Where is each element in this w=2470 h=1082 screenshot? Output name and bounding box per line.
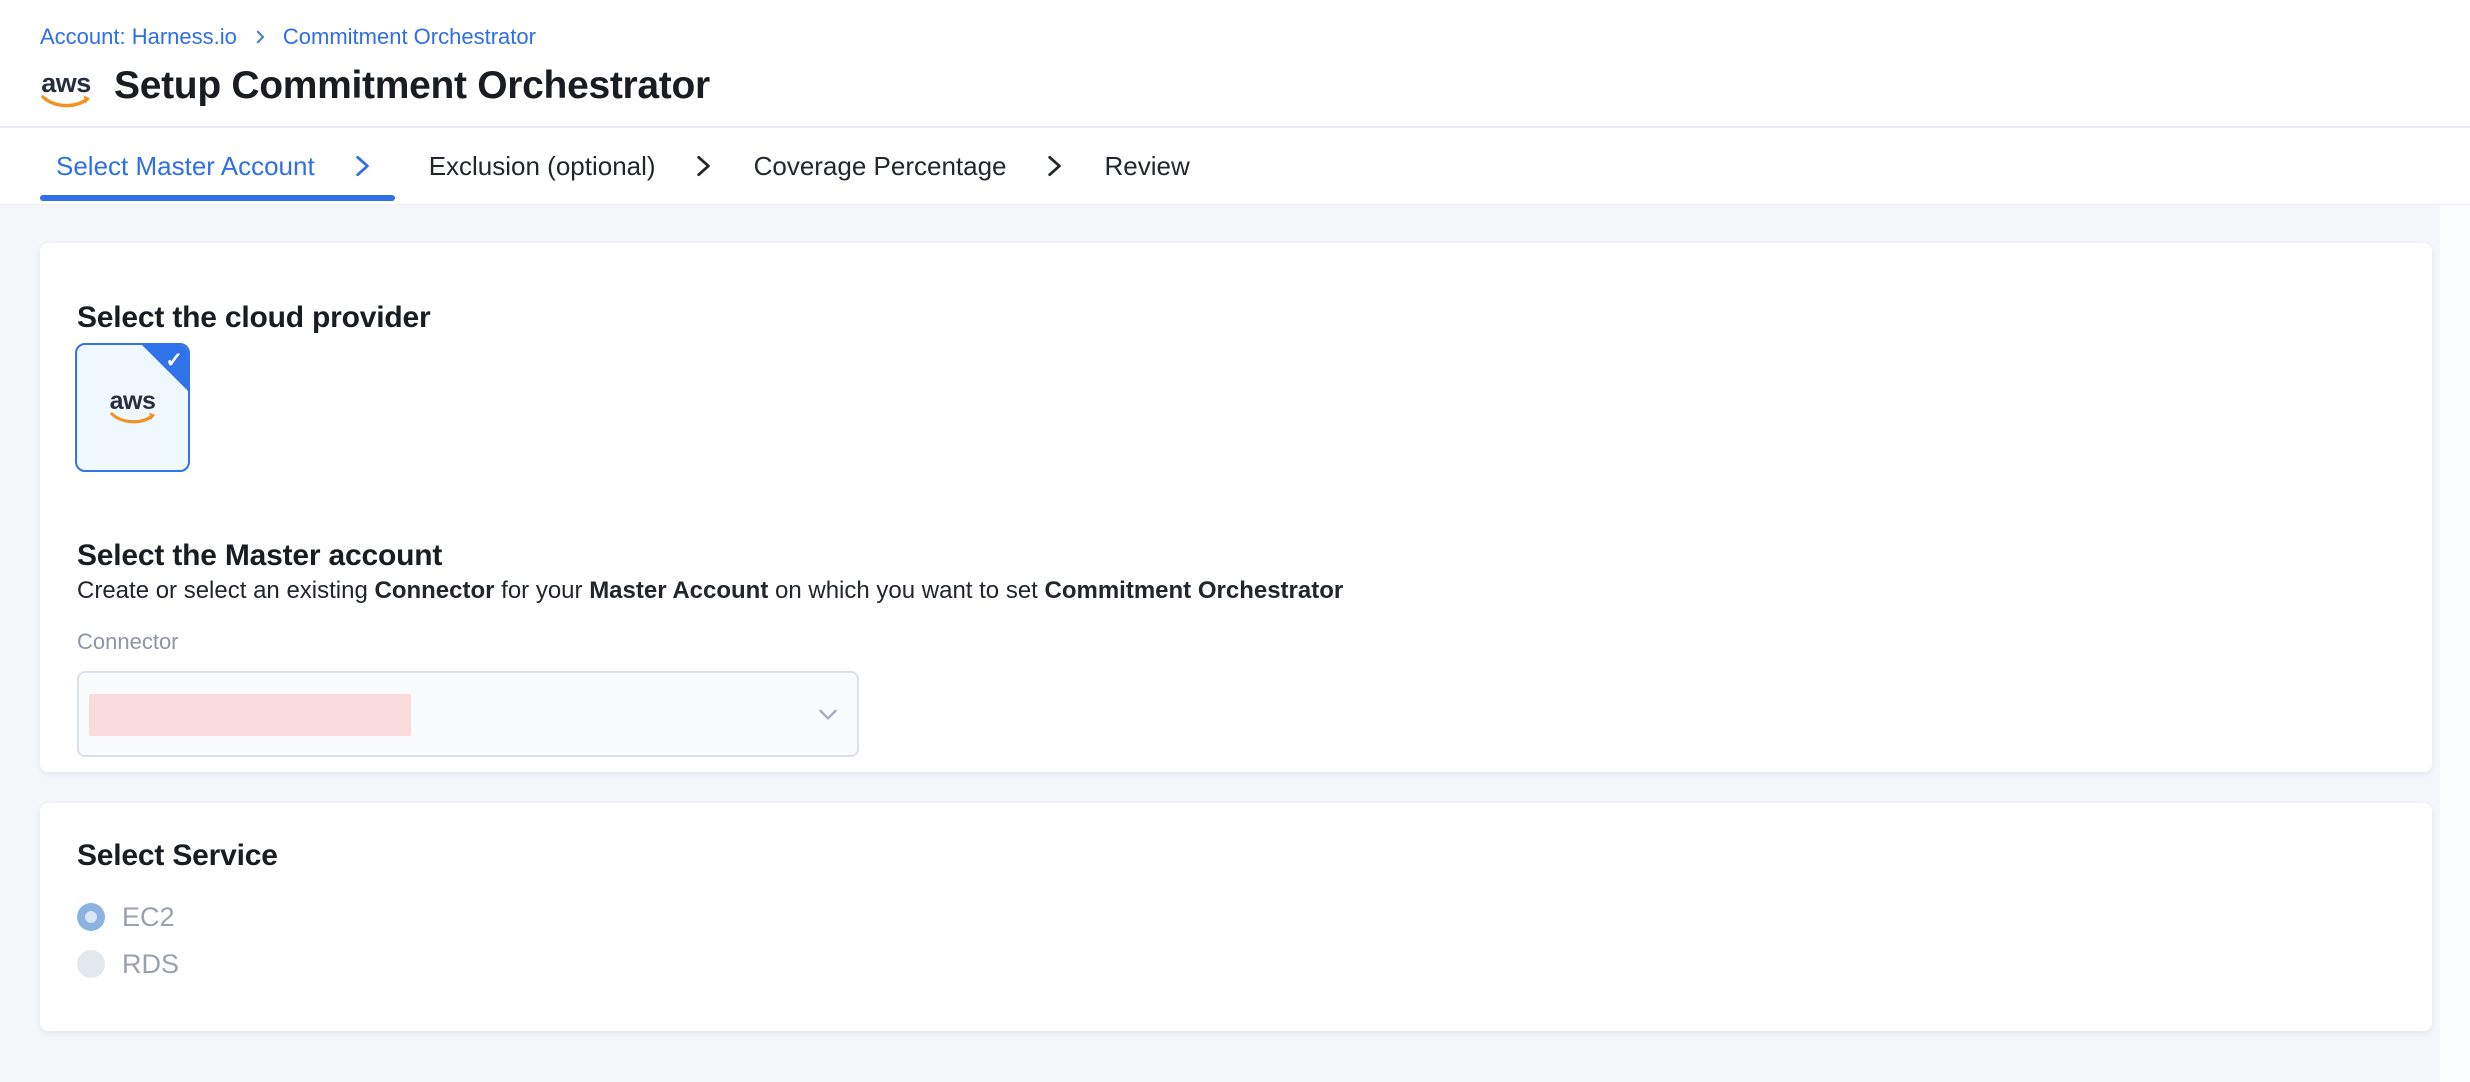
chevron-right-icon [251,28,269,46]
tab-exclusion-optional[interactable]: Exclusion (optional) [425,128,720,204]
scrollbar-gutter [2440,205,2470,1082]
radio-selected-icon[interactable] [77,903,105,931]
tab-select-master-account[interactable]: Select Master Account [40,128,395,204]
tab-coverage-percentage[interactable]: Coverage Percentage [750,128,1071,204]
provider-tile-aws[interactable]: aws ✓ [75,343,190,472]
tab-label[interactable]: Coverage Percentage [754,151,1007,182]
chevron-right-icon [349,153,375,179]
check-icon: ✓ [165,348,183,373]
wizard-tabstrip: Select Master Account Exclusion (optiona… [0,128,2470,205]
select-service-heading: Select Service [77,839,278,873]
master-account-card: Select the cloud provider aws ✓ Select t… [40,243,2432,772]
breadcrumb-link-commitment-orchestrator[interactable]: Commitment Orchestrator [283,24,536,50]
select-service-card: Select Service EC2 RDS [40,803,2432,1031]
aws-smile-icon [109,411,157,426]
connector-field-label: Connector [77,629,179,655]
aws-logo: aws [40,70,92,110]
page-title: Setup Commitment Orchestrator [114,64,710,108]
connector-select[interactable] [77,671,859,757]
chevron-down-icon [815,701,841,727]
breadcrumb: Account: Harness.io Commitment Orchestra… [40,24,536,50]
radio-unselected-icon[interactable] [77,950,105,978]
tab-review[interactable]: Review [1101,128,1194,204]
chevron-right-icon [1041,153,1067,179]
setup-commitment-orchestrator-page: Account: Harness.io Commitment Orchestra… [0,0,2470,1082]
connector-selected-value-redacted [89,694,411,736]
chevron-right-icon [690,153,716,179]
tab-label[interactable]: Select Master Account [56,151,315,182]
aws-logo-text: aws [41,70,91,97]
breadcrumb-link-account[interactable]: Account: Harness.io [40,24,237,50]
service-radio-rds[interactable]: RDS [77,950,179,978]
aws-logo: aws [109,389,157,426]
tab-label[interactable]: Exclusion (optional) [429,151,656,182]
service-radio-ec2[interactable]: EC2 [77,903,175,931]
tab-label[interactable]: Review [1105,151,1190,182]
aws-smile-icon [40,94,92,110]
master-account-heading: Select the Master account [77,539,442,573]
master-account-description: Create or select an existing Connector f… [77,577,1343,605]
radio-label: EC2 [122,902,175,933]
cloud-provider-heading: Select the cloud provider [77,301,430,335]
radio-label: RDS [122,949,179,980]
